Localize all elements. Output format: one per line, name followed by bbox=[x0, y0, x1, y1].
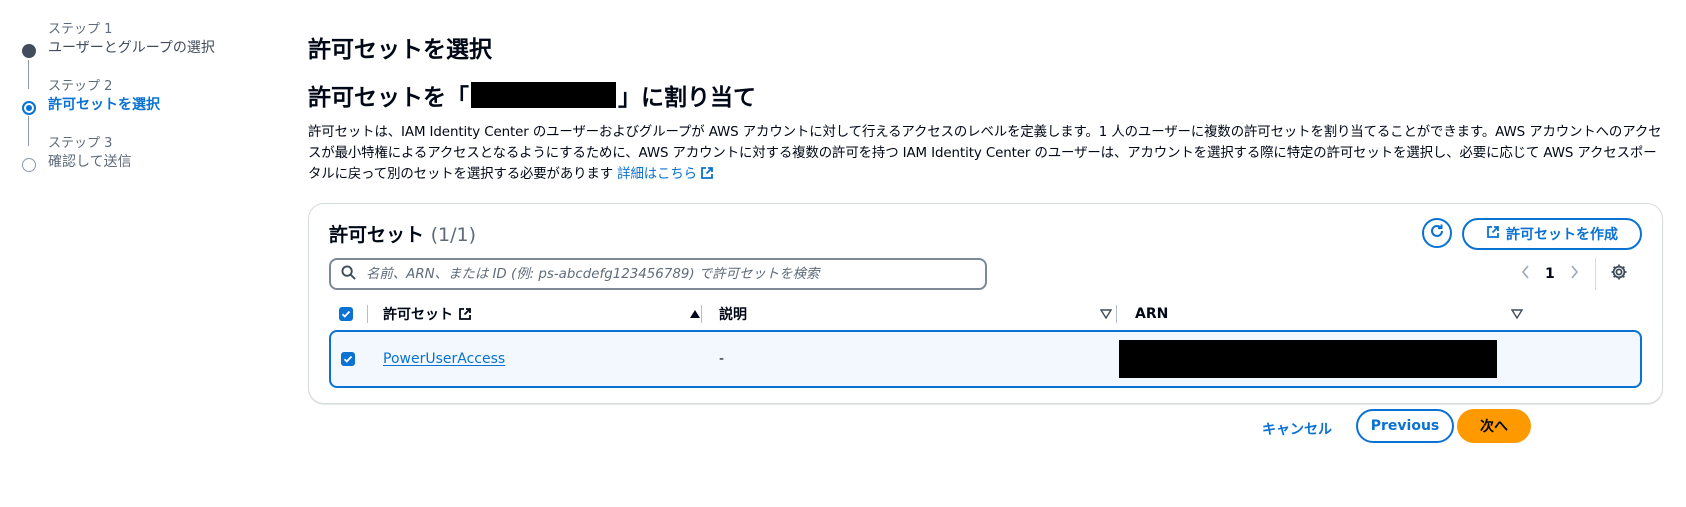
assign-heading: 許可セットを「 」に割り当て bbox=[308, 78, 756, 112]
row-checkbox[interactable] bbox=[341, 352, 355, 366]
assign-heading-suffix: 」に割り当て bbox=[618, 85, 756, 111]
assign-heading-prefix: 許可セットを「 bbox=[308, 85, 469, 111]
permission-set-link[interactable]: PowerUserAccess bbox=[383, 351, 505, 367]
learn-more-link[interactable]: 詳細はこちら bbox=[617, 167, 714, 182]
table-title: 許可セット (1/1) bbox=[329, 220, 476, 247]
redacted-user-name bbox=[471, 82, 616, 108]
step-number: ステップ 1 bbox=[48, 22, 113, 37]
description-text: 許可セットは、IAM Identity Center のユーザーおよびグループが… bbox=[308, 125, 1662, 182]
step-title: 確認して送信 bbox=[48, 154, 132, 170]
create-permission-set-label: 許可セットを作成 bbox=[1506, 227, 1618, 243]
column-header-name[interactable]: 許可セット bbox=[383, 298, 701, 330]
permission-sets-table-panel: 許可セット (1/1) 許可セットを作成 1 bbox=[308, 203, 1663, 404]
select-all-cell bbox=[339, 298, 353, 330]
column-arn-label: ARN bbox=[1135, 306, 1169, 322]
redacted-arn bbox=[1119, 340, 1497, 378]
sort-icon[interactable] bbox=[1511, 309, 1523, 319]
external-link-icon bbox=[700, 166, 714, 187]
next-page-icon[interactable] bbox=[1569, 265, 1579, 283]
refresh-icon bbox=[1429, 223, 1445, 243]
wizard-step-3: ステップ 3 確認して送信 bbox=[20, 136, 280, 193]
step-title: ユーザーとグループの選択 bbox=[48, 40, 215, 56]
column-header-arn[interactable]: ARN bbox=[1135, 298, 1523, 330]
next-button[interactable]: 次へ bbox=[1457, 409, 1531, 443]
table-count: (1/1) bbox=[430, 224, 477, 246]
cancel-button[interactable]: キャンセル bbox=[1262, 413, 1332, 445]
sort-icon[interactable] bbox=[1100, 309, 1112, 319]
pagination: 1 bbox=[1521, 258, 1628, 290]
settings-gear-icon[interactable] bbox=[1610, 263, 1628, 285]
table-title-text: 許可セット bbox=[329, 224, 425, 246]
column-name-label: 許可セット bbox=[383, 307, 453, 323]
previous-button[interactable]: Previous bbox=[1356, 409, 1454, 443]
table-row[interactable]: PowerUserAccess - bbox=[329, 330, 1642, 388]
step-number: ステップ 2 bbox=[48, 79, 113, 94]
arn-cell bbox=[1119, 332, 1497, 386]
external-link-icon bbox=[1486, 225, 1500, 243]
refresh-button[interactable] bbox=[1422, 218, 1452, 248]
wizard-step-2[interactable]: ステップ 2 許可セットを選択 bbox=[20, 79, 280, 136]
select-all-checkbox[interactable] bbox=[339, 307, 353, 321]
step-number: ステップ 3 bbox=[48, 136, 113, 151]
external-link-icon bbox=[458, 307, 472, 321]
page-title: 許可セットを選択 bbox=[308, 37, 492, 63]
search-box[interactable] bbox=[329, 258, 987, 290]
step-active-icon bbox=[22, 101, 36, 115]
description-cell: - bbox=[719, 351, 725, 367]
learn-more-label: 詳細はこちら bbox=[617, 167, 697, 182]
search-input[interactable] bbox=[364, 265, 968, 283]
search-icon bbox=[341, 264, 356, 284]
page-description: 許可セットは、IAM Identity Center のユーザーおよびグループが… bbox=[308, 122, 1663, 187]
step-pending-icon bbox=[22, 158, 36, 172]
page-number[interactable]: 1 bbox=[1545, 266, 1555, 282]
previous-page-icon[interactable] bbox=[1521, 265, 1531, 283]
column-description-label: 説明 bbox=[719, 307, 747, 323]
wizard-step-1[interactable]: ステップ 1 ユーザーとグループの選択 bbox=[20, 22, 280, 79]
table-header: 許可セット 説明 ARN bbox=[329, 298, 1642, 330]
column-divider bbox=[367, 305, 368, 323]
create-permission-set-button[interactable]: 許可セットを作成 bbox=[1462, 218, 1642, 250]
sort-ascending-icon[interactable] bbox=[689, 309, 701, 319]
row-select-cell bbox=[341, 332, 355, 386]
step-done-icon bbox=[22, 44, 36, 58]
permission-set-name-cell: PowerUserAccess bbox=[383, 332, 505, 386]
wizard-steps: ステップ 1 ユーザーとグループの選択 ステップ 2 許可セットを選択 ステップ… bbox=[20, 22, 280, 193]
column-divider bbox=[701, 305, 702, 323]
column-header-description[interactable]: 説明 bbox=[719, 298, 1112, 330]
step-title: 許可セットを選択 bbox=[48, 97, 160, 113]
pagination-divider bbox=[1594, 258, 1596, 290]
column-divider bbox=[1116, 305, 1117, 323]
